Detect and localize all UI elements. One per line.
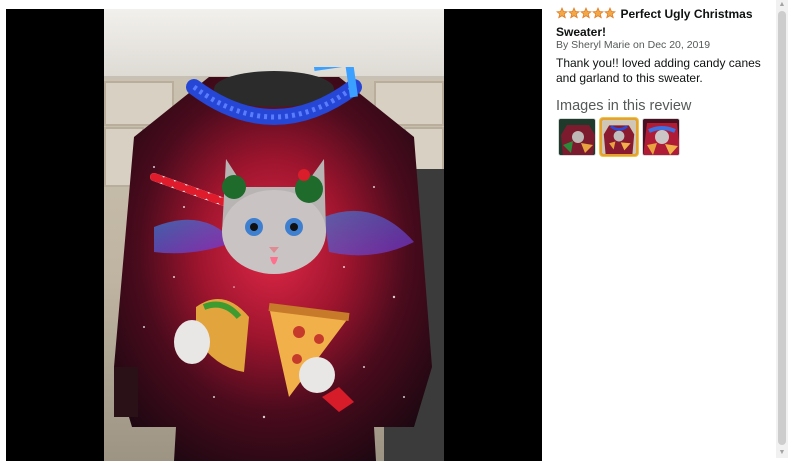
scroll-down-arrow-icon[interactable]: ▼	[776, 448, 788, 458]
panel-scrollbar[interactable]: ▲ ▼	[776, 0, 788, 458]
sweater-illustration	[114, 67, 432, 461]
star-icon	[568, 6, 580, 19]
review-body: Thank you!! loved adding candy canes and…	[556, 56, 761, 85]
review-details-panel: Perfect Ugly Christmas Sweater! By Shery…	[553, 0, 775, 466]
thumbnail-sweater-green	[559, 119, 595, 155]
star-icon	[592, 6, 604, 19]
review-byline: By Sheryl Marie on Dec 20, 2019	[556, 39, 711, 51]
thumbnail-image[interactable]	[642, 118, 680, 156]
scroll-up-arrow-icon[interactable]: ▲	[776, 0, 788, 10]
review-image-thumbnails	[558, 118, 773, 158]
review-title-line: Perfect Ugly Christmas Sweater!	[556, 5, 771, 41]
thumbnail-sweater-closeup	[643, 119, 679, 155]
star-icon	[580, 6, 592, 19]
review-photo[interactable]	[104, 9, 444, 461]
star-icon	[604, 6, 616, 19]
images-in-review-heading: Images in this review	[556, 98, 692, 114]
scrollbar-thumb[interactable]	[778, 11, 786, 445]
review-image-viewer: Perfect Ugly Christmas Sweater! By Shery…	[0, 0, 800, 466]
star-icon	[556, 6, 568, 19]
main-image-pane	[6, 9, 542, 461]
thumbnail-sweater-hanger	[602, 120, 636, 154]
thumbnail-image[interactable]	[558, 118, 596, 156]
star-rating	[556, 6, 616, 21]
thumbnail-image[interactable]	[600, 118, 638, 156]
